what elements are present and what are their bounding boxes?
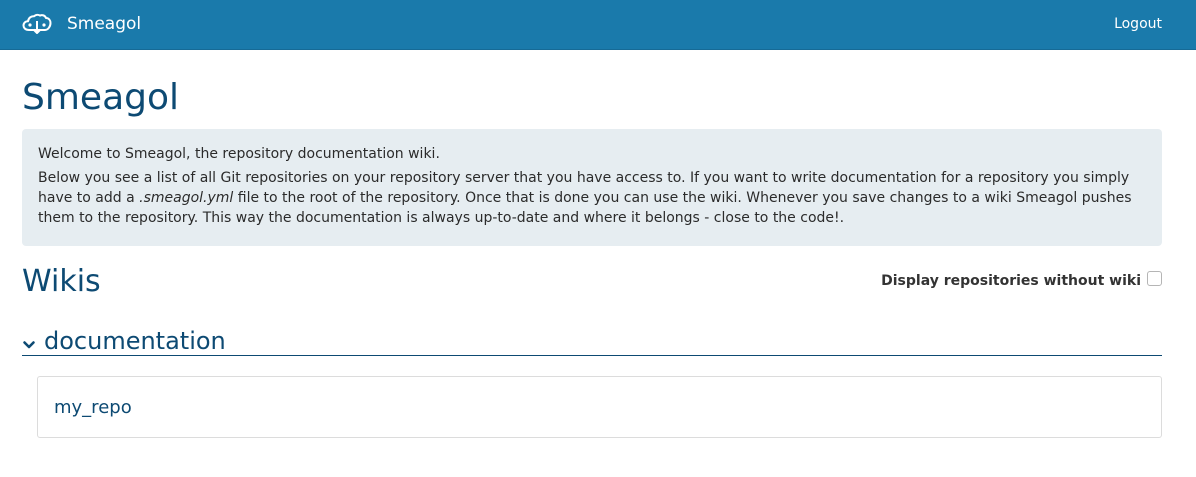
group-name: documentation xyxy=(44,327,226,355)
config-filename: .smeagol.yml xyxy=(139,190,234,206)
cloud-icon xyxy=(22,13,52,35)
intro-panel: Welcome to Smeagol, the repository docum… xyxy=(22,129,1162,246)
group-header-documentation[interactable]: documentation xyxy=(22,327,1162,356)
intro-paragraph: Below you see a list of all Git reposito… xyxy=(38,168,1146,228)
page-title: Smeagol xyxy=(22,77,180,118)
brand-name: Smeagol xyxy=(67,14,142,34)
top-navbar: Smeagol Logout xyxy=(0,0,1196,50)
welcome-text: Welcome to Smeagol, the repository docum… xyxy=(38,146,440,162)
wikis-heading: Wikis xyxy=(22,264,101,299)
repository-link[interactable]: my_repo xyxy=(54,396,132,420)
logout-link[interactable]: Logout xyxy=(1114,14,1162,34)
repository-card: my_repo xyxy=(37,376,1162,438)
display-without-wiki-label[interactable]: Display repositories without wiki xyxy=(881,272,1141,290)
brand-link[interactable]: Smeagol xyxy=(22,12,141,36)
display-without-wiki-checkbox[interactable] xyxy=(1147,271,1162,286)
chevron-down-icon xyxy=(22,337,36,351)
